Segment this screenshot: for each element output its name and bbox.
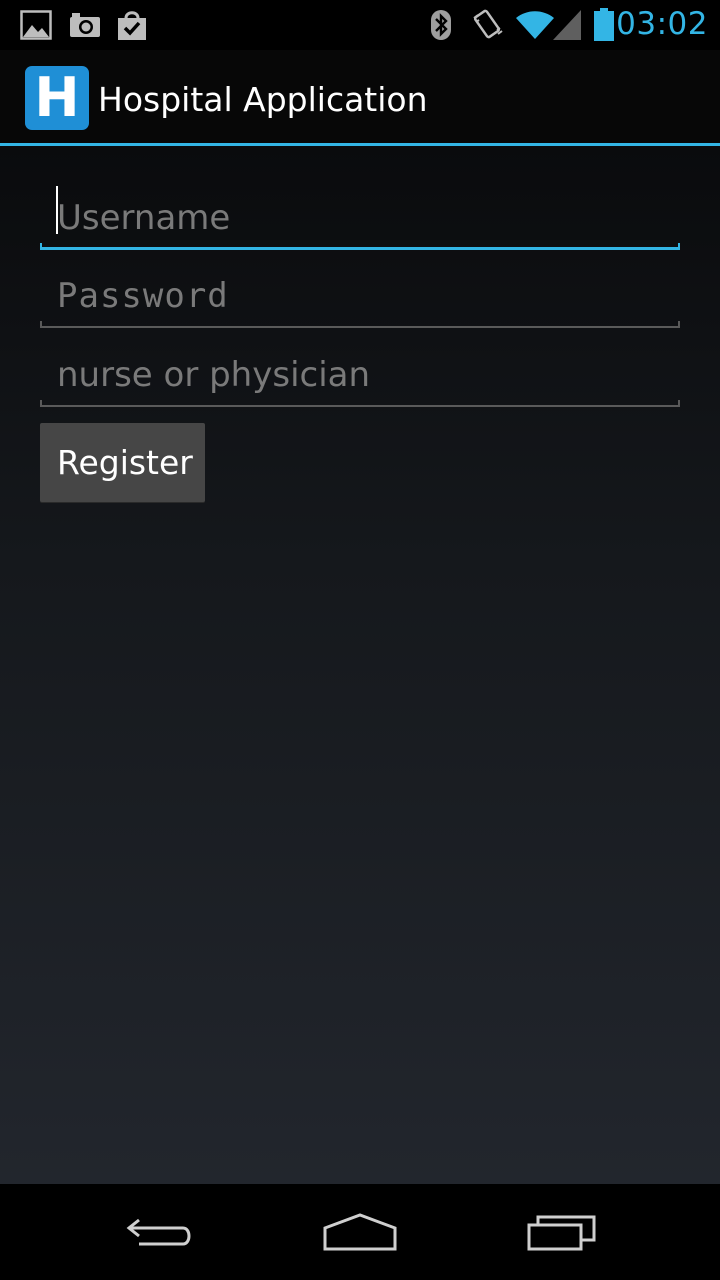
bluetooth-icon xyxy=(428,8,454,42)
role-input[interactable] xyxy=(40,337,680,407)
username-input[interactable] xyxy=(40,180,680,250)
role-underline-tick-left xyxy=(40,400,42,407)
password-input[interactable] xyxy=(40,258,680,328)
app-logo-letter: H xyxy=(34,66,80,129)
password-field-container xyxy=(40,258,680,328)
app-title: Hospital Application xyxy=(98,80,428,119)
role-underline-tick-right xyxy=(678,400,680,407)
password-underline-tick-right xyxy=(678,321,680,328)
battery-icon xyxy=(592,8,616,42)
username-underline xyxy=(40,247,680,250)
text-cursor xyxy=(56,186,58,234)
registration-form: Register xyxy=(0,146,720,1184)
password-underline xyxy=(40,326,680,328)
wifi-icon xyxy=(515,8,555,42)
shopping-bag-check-icon xyxy=(114,8,150,42)
password-underline-tick-left xyxy=(40,321,42,328)
action-bar: H Hospital Application xyxy=(0,50,720,146)
gallery-icon xyxy=(18,8,54,42)
register-button[interactable]: Register xyxy=(40,423,205,502)
vibrate-icon xyxy=(470,8,506,42)
username-underline-tick-left xyxy=(40,243,42,250)
navigation-bar xyxy=(0,1184,720,1280)
camera-icon xyxy=(67,8,103,42)
cell-signal-icon xyxy=(552,8,582,42)
app-logo-icon[interactable]: H xyxy=(25,66,89,130)
status-bar: 03:02 xyxy=(0,0,720,50)
username-field-container xyxy=(40,180,680,250)
home-icon[interactable] xyxy=(310,1202,410,1262)
role-underline xyxy=(40,405,680,407)
status-clock: 03:02 xyxy=(616,6,708,42)
username-underline-tick-right xyxy=(678,243,680,250)
role-field-container xyxy=(40,337,680,407)
back-icon[interactable] xyxy=(110,1202,210,1262)
recent-apps-icon[interactable] xyxy=(512,1202,612,1262)
